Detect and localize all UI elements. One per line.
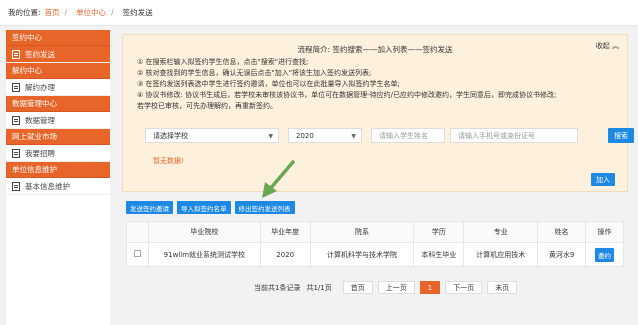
sidebar-section-info[interactable]: 单位信息维护 [6, 162, 110, 178]
document-icon [12, 148, 20, 158]
collapse-toggle[interactable]: 收起 ︽ [596, 41, 619, 51]
last-page-button[interactable]: 末页 [487, 281, 518, 294]
caret-down-icon: ▼ [351, 133, 356, 140]
sidebar-section-terminate[interactable]: 解约中心 [6, 63, 110, 79]
breadcrumb-home[interactable]: 首页 [45, 7, 60, 18]
document-icon [12, 115, 20, 125]
green-arrow-icon [262, 160, 295, 198]
breadcrumb: 我的位置: 首页 / 单位中心 / 签约发送 [0, 0, 638, 26]
year-select[interactable]: 2020 ▼ [288, 128, 362, 143]
first-page-button[interactable]: 首页 [342, 281, 373, 294]
select-column-header [126, 221, 149, 243]
sidebar-item-sign-send[interactable]: 签约发送 [6, 46, 110, 63]
breadcrumb-current: 签约发送 [122, 8, 153, 17]
guide-title: 流程简介: 签约搜索——加入列表——签约发送 [297, 45, 453, 54]
sidebar-item-data[interactable]: 数据管理 [6, 112, 110, 129]
sidebar-item-label: 基本信息维护 [25, 181, 70, 191]
sidebar-item-terminate[interactable]: 解约办理 [6, 79, 110, 96]
next-page-button[interactable]: 下一页 [445, 281, 483, 294]
caret-down-icon: ▼ [268, 133, 273, 140]
guide-step: ③ 在签约发送列表选中学生进行签约邀请，单位也可以在此批量导入拟签约学生名单; [137, 80, 400, 88]
students-table: 毕业院校 毕业年度 院系 学历 专业 姓名 操作 91wllm就业系统测试学校 … [126, 221, 624, 267]
guide-panel: 流程简介: 签约搜索——加入列表——签约发送 收起 ︽ ① 在搜索栏输入拟签约学… [122, 34, 634, 192]
search-button[interactable]: 搜索 [608, 128, 634, 143]
invite-button[interactable]: 邀约 [595, 247, 614, 262]
row-checkbox-cell [126, 242, 149, 267]
current-page-button[interactable]: 1 [419, 281, 441, 294]
cell-name: 黄河水9 [537, 242, 587, 267]
column-header: 姓名 [537, 221, 587, 243]
column-header: 专业 [463, 221, 539, 243]
export-list-button[interactable]: 修出签约发送列表 [234, 201, 295, 214]
table-row: 91wllm就业系统测试学校 2020 计算机科学与技术学院 本科生毕业 计算机… [126, 242, 624, 267]
record-count: 当前共1条记录 [254, 283, 301, 292]
sidebar-section-market[interactable]: 网上就业市场 [6, 129, 110, 145]
cell-school: 91wllm就业系统测试学校 [147, 242, 261, 267]
breadcrumb-separator: / [64, 8, 68, 17]
main-content: 流程简介: 签约搜索——加入列表——签约发送 收起 ︽ ① 在搜索栏输入拟签约学… [116, 30, 634, 325]
document-icon [12, 82, 20, 92]
send-invite-button[interactable]: 发送签约邀请 [126, 201, 173, 214]
guide-step: 若学校已审核，可先办理解约，再重新签约。 [137, 102, 277, 110]
cell-action: 邀约 [585, 242, 624, 267]
sidebar-item-recruit[interactable]: 我要招聘 [6, 145, 110, 162]
page-info: 共1/1页 [306, 283, 332, 292]
sidebar-item-label: 签约发送 [25, 49, 55, 59]
column-header: 院系 [309, 221, 415, 243]
prev-page-button[interactable]: 上一页 [377, 281, 415, 294]
sidebar: 签约中心 签约发送 解约中心 解约办理 数据管理中心 数据管理 网上就业市场 我… [6, 30, 110, 325]
cell-department: 计算机科学与技术学院 [309, 242, 415, 267]
column-header: 毕业院校 [147, 221, 261, 243]
guide-step: ② 核对查找到的学生信息，确认无误后点击"加入"将该生加入签约发送列表; [137, 69, 372, 77]
year-select-value: 2020 [296, 131, 314, 140]
import-list-button[interactable]: 导入拟签约名单 [177, 201, 231, 214]
sidebar-item-basic-info[interactable]: 基本信息维护 [6, 178, 110, 195]
pagination: 当前共1条记录 共1/1页 首页 上一页 1 下一页 末页 [254, 281, 522, 294]
sidebar-section-data[interactable]: 数据管理中心 [6, 96, 110, 112]
location-label: 我的位置: [8, 8, 41, 17]
guide-step: ④ 协议书修改: 协议书生成后，若学校未审核该协议书，单位可在数据管理-待应约/… [137, 91, 557, 99]
table-header-row: 毕业院校 毕业年度 院系 学历 专业 姓名 操作 [126, 221, 624, 243]
breadcrumb-unit-center[interactable]: 单位中心 [76, 7, 106, 18]
cell-degree: 本科生毕业 [413, 242, 465, 267]
action-toolbar: 发送签约邀请 导入拟签约名单 修出签约发送列表 [126, 201, 299, 214]
sidebar-item-label: 我要招聘 [25, 148, 55, 158]
column-header: 毕业年度 [259, 221, 311, 243]
guide-steps: ① 在搜索栏输入拟签约学生信息，点击"搜索"进行查找; ② 核对查找到的学生信息… [137, 57, 556, 112]
guide-step: ① 在搜索栏输入拟签约学生信息，点击"搜索"进行查找; [137, 58, 309, 66]
breadcrumb-separator: / [111, 8, 114, 17]
student-name-input[interactable]: 请输入学生姓名 [371, 128, 445, 143]
column-header: 操作 [585, 221, 624, 243]
document-icon [12, 49, 20, 59]
column-header: 学历 [413, 221, 465, 243]
document-icon [12, 181, 20, 191]
sidebar-item-label: 解约办理 [25, 82, 55, 92]
search-form: 请选择学校 ▼ 2020 ▼ 请输入学生姓名 请输入手机号或身份证号 搜索 [145, 128, 634, 143]
school-select[interactable]: 请选择学校 ▼ [145, 128, 279, 143]
school-select-value: 请选择学校 [153, 131, 188, 140]
add-button[interactable]: 加入 [591, 173, 615, 186]
no-data-message: 暂无数据! [153, 157, 184, 165]
sidebar-item-label: 数据管理 [25, 115, 55, 125]
cell-major: 计算机应用技术 [463, 242, 539, 267]
sidebar-section-sign[interactable]: 签约中心 [6, 30, 110, 46]
phone-id-input[interactable]: 请输入手机号或身份证号 [450, 128, 578, 143]
cell-year: 2020 [259, 242, 311, 267]
row-checkbox[interactable] [133, 250, 141, 257]
